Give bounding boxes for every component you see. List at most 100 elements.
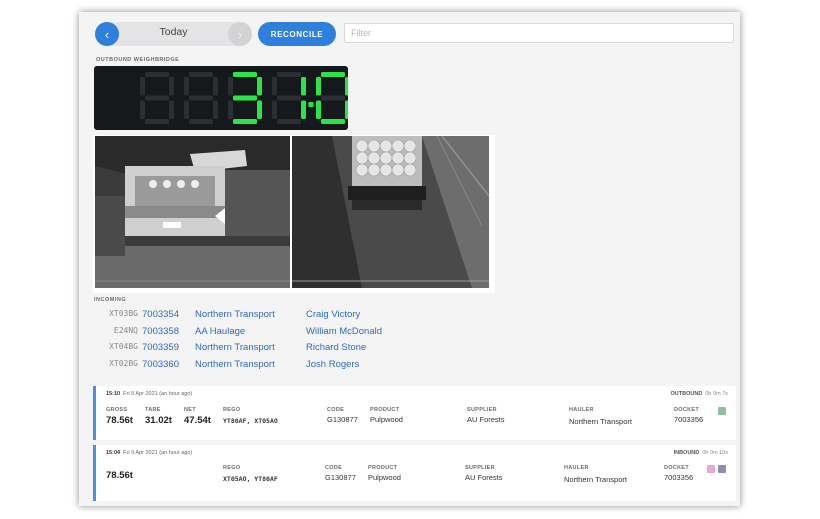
digit-segment [272, 77, 277, 96]
docket-link[interactable]: 7003360 [142, 359, 179, 370]
code-label: CODE [327, 407, 345, 413]
driver-link[interactable]: William McDonald [306, 326, 382, 337]
plate: E24NQ [113, 326, 138, 335]
digit-segment [145, 95, 169, 101]
chevron-right-icon[interactable]: › [228, 22, 252, 46]
product-value: Pulpwood [368, 473, 401, 482]
digit-segment [272, 100, 277, 119]
hauler-value: Northern Transport [569, 417, 632, 426]
digit-segment [228, 100, 233, 119]
reconcile-button[interactable]: RECONCILE [258, 22, 336, 46]
product-value: Pulpwood [370, 415, 403, 424]
digit-segment [345, 77, 348, 96]
digit-segment [257, 77, 262, 96]
digit-segment [140, 77, 145, 96]
digit-segment [233, 72, 257, 77]
driver-link[interactable]: Josh Rogers [306, 359, 359, 370]
product-label: PRODUCT [368, 465, 398, 471]
gross-value: 78.56t [106, 415, 133, 426]
digit-segment [169, 100, 174, 119]
supplier-label: SUPPLIER [467, 407, 497, 413]
hauler-link[interactable]: Northern Transport [195, 309, 275, 320]
driver-link[interactable]: Richard Stone [306, 342, 366, 353]
camera-feeds [93, 135, 495, 293]
camera-feed-rear[interactable] [292, 136, 489, 288]
decimal-point [308, 102, 314, 107]
digit-segment [233, 119, 257, 124]
digit-segment [277, 95, 301, 101]
card-direction: INBOUND 0h 0m 10s [673, 450, 728, 456]
tare-label: TARE [145, 407, 161, 413]
digit-segment [189, 95, 213, 101]
plate: XT03BG [109, 309, 138, 318]
docket-label: DOCKET [674, 407, 700, 413]
digit-segment [184, 100, 189, 119]
digit-segment [169, 77, 174, 96]
net-value: 47.54t [184, 415, 211, 426]
card-direction: OUTBOUND 0h 0m 7s [670, 391, 728, 397]
rego-label: REGO [223, 465, 241, 471]
docket-link[interactable]: 7003354 [142, 309, 179, 320]
digit-segment [145, 119, 169, 124]
hauler-value: Northern Transport [564, 475, 627, 484]
code-label: CODE [325, 465, 343, 471]
code-value: G130877 [325, 473, 356, 482]
chevron-left-icon[interactable]: ‹ [95, 22, 119, 46]
digit-segment [228, 77, 233, 96]
digit-segment [321, 72, 345, 77]
supplier-value: AU Forests [467, 415, 505, 424]
digit-segment [189, 72, 213, 77]
digit-segment [145, 72, 169, 77]
status-swatch [707, 465, 715, 473]
list-item[interactable]: E24NQ 7003358 AA Haulage William McDonal… [94, 326, 414, 340]
digit-segment [189, 119, 213, 124]
net-label: NET [184, 407, 196, 413]
rego-label: REGO [223, 407, 241, 413]
digit-segment [213, 100, 218, 119]
digit-segment [257, 100, 262, 119]
list-item[interactable]: XT02BG 7003360 Northern Transport Josh R… [94, 359, 414, 373]
rego-value: XT05AO, YT80AF [223, 475, 278, 483]
driver-link[interactable]: Craig Victory [306, 309, 360, 320]
incoming-section-label: INCOMING [94, 297, 127, 303]
plate: XT04BG [109, 342, 138, 351]
digit-segment [316, 77, 321, 96]
list-item[interactable]: XT04BG 7003359 Northern Transport Richar… [94, 342, 414, 356]
weighing-card-outbound[interactable]: 15:10 Fri 9 Apr 2021 (an hour ago) OUTBO… [93, 386, 736, 440]
digit-segment [184, 77, 189, 96]
status-swatch [718, 407, 726, 415]
docket-label: DOCKET [664, 465, 690, 471]
gross-value: 78.56t [106, 470, 133, 481]
hauler-link[interactable]: AA Haulage [195, 326, 245, 337]
rego-value: YT80AF, XT05AO [223, 417, 278, 425]
filter-input[interactable] [344, 23, 734, 43]
digit-segment [321, 119, 345, 124]
digit-segment [316, 100, 321, 119]
product-label: PRODUCT [370, 407, 400, 413]
digit-segment [345, 100, 348, 119]
digit-segment [213, 77, 218, 96]
weighbridge-section-label: OUTBOUND WEIGHBRIDGE [96, 57, 180, 63]
digit-segment [233, 95, 257, 101]
docket-value: 7003356 [674, 415, 704, 424]
camera-feed-front[interactable] [95, 136, 290, 288]
list-item[interactable]: XT03BG 7003354 Northern Transport Craig … [94, 309, 414, 323]
weighing-card-inbound[interactable]: 15:04 Fri 9 Apr 2021 (an hour ago) INBOU… [93, 445, 736, 501]
hauler-link[interactable]: Northern Transport [195, 359, 275, 370]
docket-link[interactable]: 7003358 [142, 326, 179, 337]
digit-segment [140, 100, 145, 119]
day-navigator: ‹ Today › [95, 22, 252, 46]
card-timestamp: 15:10 Fri 9 Apr 2021 (an hour ago) [106, 391, 193, 397]
toolbar: ‹ Today › RECONCILE [95, 22, 735, 46]
status-swatch [718, 465, 726, 473]
day-label: Today [159, 26, 188, 38]
supplier-label: SUPPLIER [465, 465, 495, 471]
hauler-link[interactable]: Northern Transport [195, 342, 275, 353]
weighbridge-panel: ‹ Today › RECONCILE OUTBOUND WEIGHBRIDGE [79, 12, 740, 506]
digit-segment [301, 100, 306, 119]
digit-segment [277, 119, 301, 124]
docket-link[interactable]: 7003359 [142, 342, 179, 353]
weight-display [94, 66, 348, 130]
digit-segment [277, 72, 301, 77]
hauler-label: HAULER [569, 407, 594, 413]
